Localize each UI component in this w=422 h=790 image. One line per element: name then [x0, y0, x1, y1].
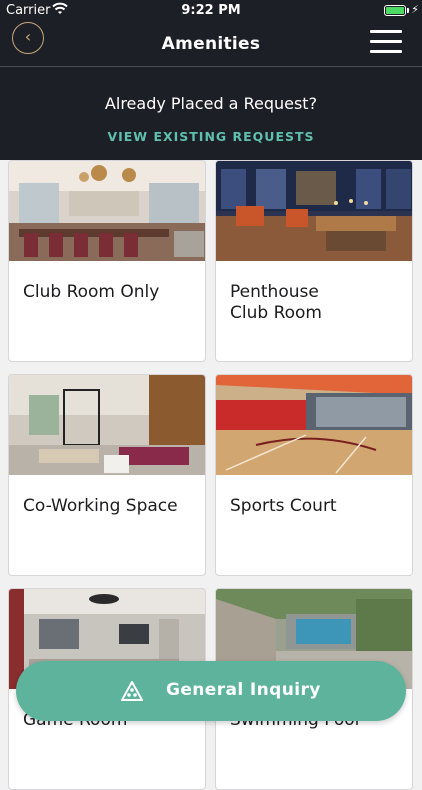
sports-court-photo [216, 375, 412, 475]
amenity-title: Sports Court [230, 496, 337, 516]
view-existing-requests-link[interactable]: VIEW EXISTING REQUESTS [0, 129, 422, 144]
battery-nub [407, 8, 409, 13]
co-working-photo [9, 375, 205, 475]
status-bar: Carrier 9:22 PM ⚡ [0, 0, 422, 22]
amenity-title: Penthouse Club Room [230, 282, 322, 323]
amenity-card-club-room[interactable]: Club Room Only [8, 160, 206, 362]
amenity-card-penthouse-club-room[interactable]: Penthouse Club Room [215, 160, 413, 362]
charging-icon: ⚡ [411, 3, 419, 16]
club-room-photo [9, 161, 205, 261]
request-question: Already Placed a Request? [104, 94, 318, 113]
amenity-title: Club Room Only [23, 282, 160, 302]
penthouse-photo [216, 161, 412, 261]
amenity-title: Co-Working Space [23, 496, 178, 516]
amenity-card-co-working-space[interactable]: Co-Working Space [8, 374, 206, 576]
hamburger-menu-button[interactable] [370, 30, 402, 54]
amenity-card-sports-court[interactable]: Sports Court [215, 374, 413, 576]
clock: 9:22 PM [181, 3, 241, 18]
existing-request-banner: Already Placed a Request? VIEW EXISTING … [0, 66, 422, 160]
general-inquiry-button[interactable]: General Inquiry [16, 661, 406, 721]
general-inquiry-label: General Inquiry [166, 680, 321, 700]
triangle-dots-icon [121, 681, 143, 701]
page-title: Amenities [161, 34, 261, 54]
battery-icon [384, 5, 406, 16]
navigation-bar: ‹ Amenities [0, 22, 422, 66]
menu-icon [370, 30, 402, 33]
